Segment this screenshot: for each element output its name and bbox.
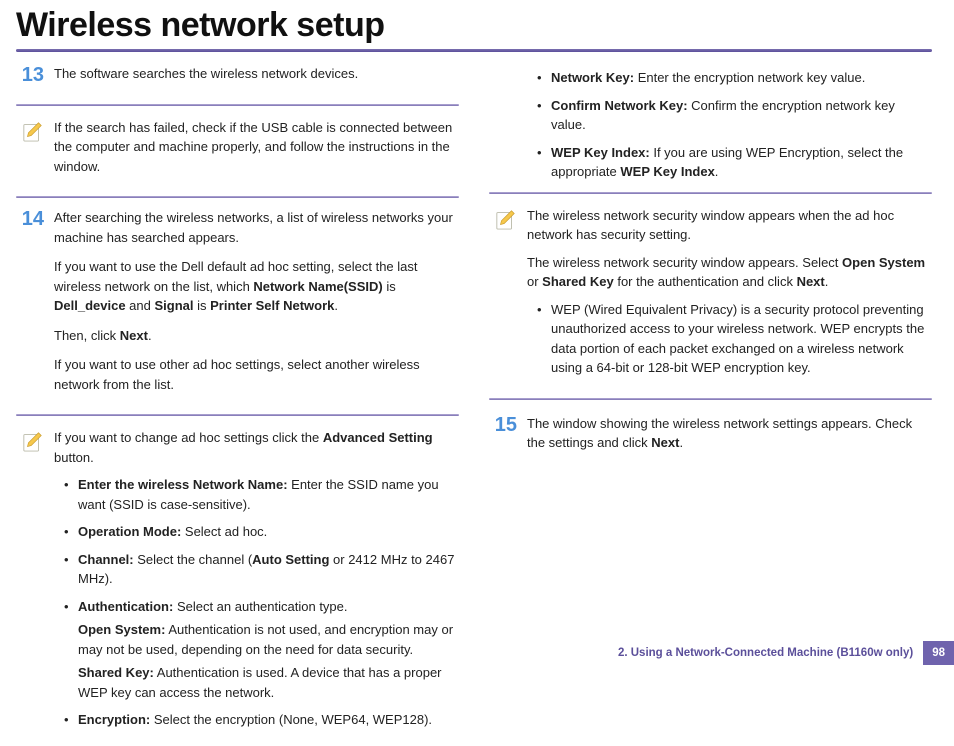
note-body: If you want to change ad hoc settings cl… [54, 428, 459, 738]
sub-item: Open System: Authentication is not used,… [78, 620, 459, 659]
t: is [383, 279, 396, 294]
note-icon [495, 208, 517, 230]
list-item: Encryption: Select the encryption (None,… [64, 710, 459, 730]
t: and [126, 298, 155, 313]
divider [489, 398, 932, 400]
t: Printer Self Network [210, 298, 334, 313]
t: Then, click [54, 328, 120, 343]
t: or [527, 274, 542, 289]
t: Next [120, 328, 148, 343]
step-number: 15 [489, 414, 517, 463]
t: Next [651, 435, 679, 450]
step-text: The window showing the wireless network … [527, 414, 932, 453]
t: Advanced Setting [323, 430, 433, 445]
step-text: If you want to use other ad hoc settings… [54, 355, 459, 394]
step-text: Then, click Next. [54, 326, 459, 346]
t: Next [797, 274, 825, 289]
list-item: WEP (Wired Equivalent Privacy) is a secu… [537, 300, 932, 378]
t: Shared Key [542, 274, 614, 289]
note-text: If the search has failed, check if the U… [54, 118, 459, 177]
t: for the authentication and click [614, 274, 797, 289]
divider [16, 196, 459, 198]
note-cont: Network Key: Enter the encryption networ… [489, 68, 932, 182]
list-item: Authentication: Select an authentication… [64, 597, 459, 703]
step-15: 15 The window showing the wireless netwo… [489, 414, 932, 463]
t: Network Name(SSID) [253, 279, 382, 294]
t: The window showing the wireless network … [527, 416, 912, 451]
label: Encryption: [78, 712, 150, 727]
note-icon-wrap [16, 428, 44, 738]
note-text: The wireless network security window app… [527, 253, 932, 292]
note-search-failed: If the search has failed, check if the U… [16, 116, 459, 187]
note-list: Enter the wireless Network Name: Enter t… [54, 475, 459, 730]
t: Dell_device [54, 298, 126, 313]
t: button. [54, 450, 94, 465]
note-icon-wrap [16, 118, 44, 185]
list-item: Channel: Select the channel (Auto Settin… [64, 550, 459, 589]
step-number: 14 [16, 208, 44, 404]
t: The wireless network security window app… [527, 255, 842, 270]
label: Network Key: [551, 70, 634, 85]
t: . [825, 274, 829, 289]
note-list: Network Key: Enter the encryption networ… [527, 68, 932, 182]
t: . [148, 328, 152, 343]
list-item: Network Key: Enter the encryption networ… [537, 68, 932, 88]
t: Select ad hoc. [181, 524, 267, 539]
label: Shared Key: [78, 665, 154, 680]
t: Enter the encryption network key value. [634, 70, 865, 85]
note-icon-wrap [489, 206, 517, 386]
note-icon [22, 430, 44, 452]
step-number: 13 [16, 64, 44, 94]
title-divider [16, 49, 932, 52]
note-text: The wireless network security window app… [527, 206, 932, 245]
divider [489, 192, 932, 194]
left-column: 13 The software searches the wireless ne… [16, 64, 459, 746]
label: Channel: [78, 552, 134, 567]
note-lead: If you want to change ad hoc settings cl… [54, 428, 459, 467]
t: If you want to change ad hoc settings cl… [54, 430, 323, 445]
step-body: The software searches the wireless netwo… [54, 64, 459, 94]
label: Open System: [78, 622, 165, 637]
page-footer: 2. Using a Network-Connected Machine (B1… [618, 641, 954, 665]
t: Auto Setting [252, 552, 329, 567]
t: is [193, 298, 210, 313]
note-advanced-setting: If you want to change ad hoc settings cl… [16, 426, 459, 740]
t: . [715, 164, 719, 179]
step-text: If you want to use the Dell default ad h… [54, 257, 459, 316]
step-text: The software searches the wireless netwo… [54, 64, 459, 84]
step-body: The window showing the wireless network … [527, 414, 932, 463]
divider [16, 414, 459, 416]
sub-item: Shared Key: Authentication is used. A de… [78, 663, 459, 702]
step-body: After searching the wireless networks, a… [54, 208, 459, 404]
label: Confirm Network Key: [551, 98, 688, 113]
footer-chapter: 2. Using a Network-Connected Machine (B1… [618, 641, 923, 665]
t: . [334, 298, 338, 313]
label: Enter the wireless Network Name: [78, 477, 288, 492]
note-body: The wireless network security window app… [527, 206, 932, 386]
t: Open System [842, 255, 925, 270]
t: Select an authentication type. [173, 599, 347, 614]
list-item: WEP Key Index: If you are using WEP Encr… [537, 143, 932, 182]
note-icon [22, 120, 44, 142]
label: Authentication: [78, 599, 173, 614]
note-body: If the search has failed, check if the U… [54, 118, 459, 185]
t: WEP Key Index [620, 164, 714, 179]
note-list: WEP (Wired Equivalent Privacy) is a secu… [527, 300, 932, 378]
step-text: After searching the wireless networks, a… [54, 208, 459, 247]
note-security-window: The wireless network security window app… [489, 204, 932, 388]
footer-page-number: 98 [923, 641, 954, 665]
step-13: 13 The software searches the wireless ne… [16, 64, 459, 94]
t: Select the encryption (None, WEP64, WEP1… [150, 712, 432, 727]
list-item: Operation Mode: Select ad hoc. [64, 522, 459, 542]
t: Signal [154, 298, 193, 313]
t: . [679, 435, 683, 450]
label: WEP Key Index: [551, 145, 650, 160]
step-14: 14 After searching the wireless networks… [16, 208, 459, 404]
list-item: Confirm Network Key: Confirm the encrypt… [537, 96, 932, 135]
list-item: Enter the wireless Network Name: Enter t… [64, 475, 459, 514]
label: Operation Mode: [78, 524, 181, 539]
page-title: Wireless network setup [16, 6, 932, 45]
t: Select the channel ( [134, 552, 253, 567]
divider [16, 104, 459, 106]
